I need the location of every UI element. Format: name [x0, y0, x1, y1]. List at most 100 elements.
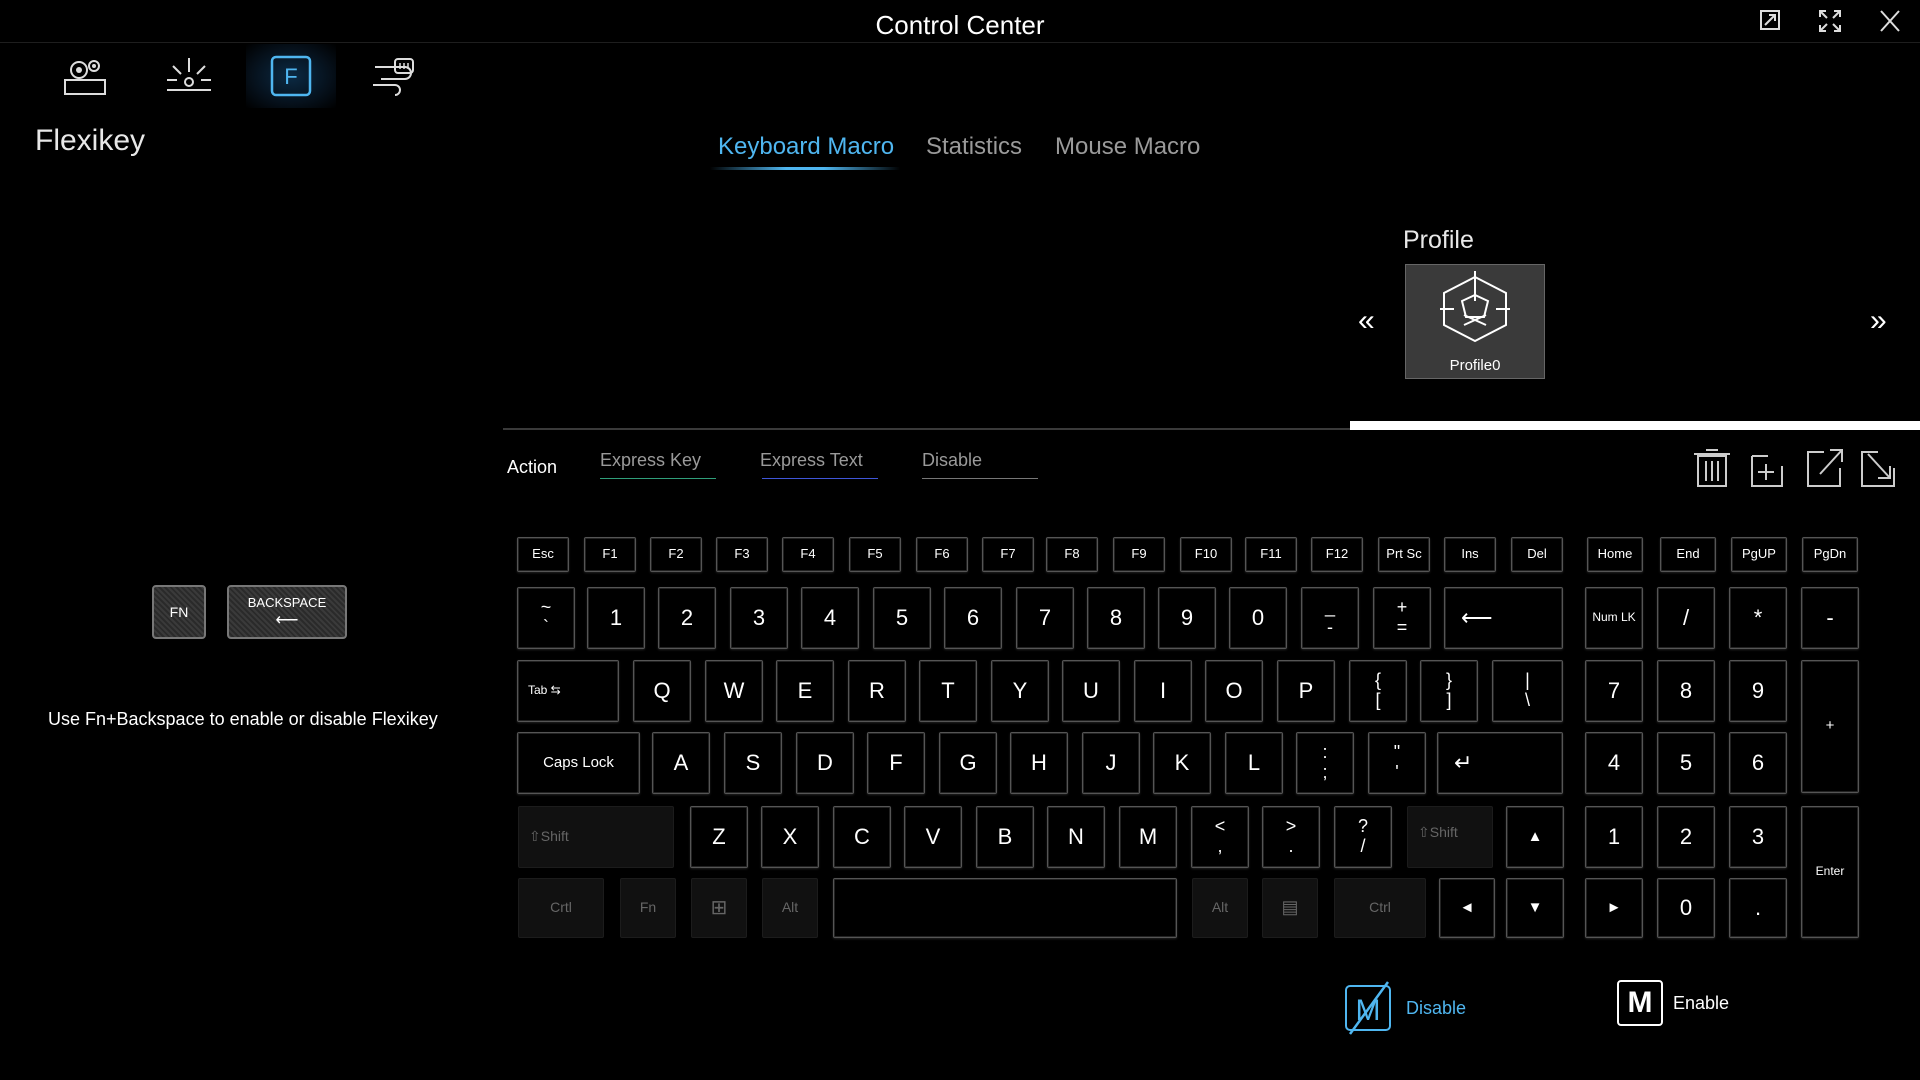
key-7[interactable]: 7: [1016, 587, 1074, 649]
key-left-bracket[interactable]: {[: [1349, 660, 1407, 722]
key-ins[interactable]: Ins: [1444, 537, 1496, 572]
key-num-0[interactable]: 0: [1657, 878, 1715, 938]
key-home[interactable]: Home: [1587, 537, 1643, 572]
key-minus[interactable]: _ -: [1301, 587, 1359, 649]
key-a[interactable]: A: [652, 732, 710, 794]
key-q[interactable]: Q: [633, 660, 691, 722]
key-num-enter[interactable]: Enter: [1801, 806, 1859, 938]
key-capslock[interactable]: Caps Lock: [517, 732, 640, 794]
key-backslash[interactable]: | \: [1492, 660, 1563, 722]
key-v[interactable]: V: [904, 806, 962, 868]
express-text-tab[interactable]: Express Text: [760, 450, 863, 481]
key-4[interactable]: 4: [801, 587, 859, 649]
key-numlock[interactable]: Num LK: [1585, 587, 1643, 649]
key-del[interactable]: Del: [1511, 537, 1563, 572]
key-o[interactable]: O: [1205, 660, 1263, 722]
key-m[interactable]: M: [1119, 806, 1177, 868]
trash-icon[interactable]: [1690, 446, 1734, 490]
express-key-tab[interactable]: Express Key: [600, 450, 701, 481]
key-i[interactable]: I: [1134, 660, 1192, 722]
key-u[interactable]: U: [1062, 660, 1120, 722]
key-right-shift[interactable]: ⇧Shift: [1407, 806, 1493, 868]
menu-key-icon[interactable]: ▤: [1262, 878, 1318, 938]
tab-mouse-macro[interactable]: Mouse Macro: [1055, 133, 1200, 161]
lighting-nav-icon[interactable]: [144, 44, 234, 108]
key-k[interactable]: K: [1153, 732, 1211, 794]
key-d[interactable]: D: [796, 732, 854, 794]
key-arrow-left[interactable]: ◄: [1439, 878, 1495, 938]
key-t[interactable]: T: [919, 660, 977, 722]
key-fn[interactable]: Fn: [620, 878, 676, 938]
key-slash[interactable]: ? /: [1334, 806, 1392, 868]
key-arrow-down[interactable]: ▼: [1506, 878, 1564, 938]
key-left-shift[interactable]: ⇧Shift: [518, 806, 674, 868]
import-icon[interactable]: [1856, 446, 1900, 490]
key-f11[interactable]: F11: [1245, 537, 1297, 572]
key-left-ctrl[interactable]: Crtl: [518, 878, 604, 938]
key-r[interactable]: R: [848, 660, 906, 722]
key-left-alt[interactable]: Alt: [762, 878, 818, 938]
key-3[interactable]: 3: [730, 587, 788, 649]
key-comma[interactable]: <,: [1191, 806, 1249, 868]
key-right-ctrl[interactable]: Ctrl: [1334, 878, 1426, 938]
key-f10[interactable]: F10: [1180, 537, 1232, 572]
key-0[interactable]: 0: [1229, 587, 1287, 649]
key-pgdn[interactable]: PgDn: [1802, 537, 1858, 572]
key-f1[interactable]: F1: [584, 537, 636, 572]
key-space[interactable]: [833, 878, 1177, 938]
close-icon[interactable]: [1875, 8, 1905, 34]
key-num-multiply[interactable]: *: [1729, 587, 1787, 649]
tab-keyboard-macro[interactable]: Keyboard Macro: [718, 133, 894, 161]
key-f12[interactable]: F12: [1311, 537, 1363, 572]
key-arrow-right[interactable]: ►: [1585, 878, 1643, 938]
key-num-3[interactable]: 3: [1729, 806, 1787, 868]
key-num-dot[interactable]: .: [1729, 878, 1787, 938]
key-p[interactable]: P: [1277, 660, 1335, 722]
key-num-1[interactable]: 1: [1585, 806, 1643, 868]
key-5[interactable]: 5: [873, 587, 931, 649]
key-num-2[interactable]: 2: [1657, 806, 1715, 868]
key-f8[interactable]: F8: [1046, 537, 1098, 572]
key-prtsc[interactable]: Prt Sc: [1378, 537, 1430, 572]
key-9[interactable]: 9: [1158, 587, 1216, 649]
key-end[interactable]: End: [1660, 537, 1716, 572]
fullscreen-icon[interactable]: [1815, 8, 1845, 34]
key-e[interactable]: E: [776, 660, 834, 722]
key-c[interactable]: C: [833, 806, 891, 868]
key-pgup[interactable]: PgUP: [1731, 537, 1787, 572]
key-s[interactable]: S: [724, 732, 782, 794]
key-tab[interactable]: Tab ⇆: [517, 660, 619, 722]
key-num-divide[interactable]: /: [1657, 587, 1715, 649]
key-f4[interactable]: F4: [782, 537, 834, 572]
key-num-6[interactable]: 6: [1729, 732, 1787, 794]
key-enter[interactable]: ↵: [1437, 732, 1563, 794]
key-1[interactable]: 1: [587, 587, 645, 649]
key-num-4[interactable]: 4: [1585, 732, 1643, 794]
key-num-9[interactable]: 9: [1729, 660, 1787, 722]
key-right-bracket[interactable]: }]: [1420, 660, 1478, 722]
key-num-add[interactable]: +: [1801, 660, 1859, 793]
key-z[interactable]: Z: [690, 806, 748, 868]
key-w[interactable]: W: [705, 660, 763, 722]
fan-nav-icon[interactable]: [348, 44, 438, 108]
tab-statistics[interactable]: Statistics: [926, 133, 1022, 161]
key-f[interactable]: F: [867, 732, 925, 794]
legend-disable[interactable]: M Disable: [1340, 980, 1466, 1036]
key-f7[interactable]: F7: [982, 537, 1034, 572]
key-l[interactable]: L: [1225, 732, 1283, 794]
key-quote[interactable]: " ': [1368, 732, 1426, 794]
key-j[interactable]: J: [1082, 732, 1140, 794]
key-y[interactable]: Y: [991, 660, 1049, 722]
key-num-7[interactable]: 7: [1585, 660, 1643, 722]
key-b[interactable]: B: [976, 806, 1034, 868]
key-right-alt[interactable]: Alt: [1192, 878, 1248, 938]
key-arrow-up[interactable]: ▲: [1506, 806, 1564, 868]
key-num-8[interactable]: 8: [1657, 660, 1715, 722]
key-num-subtract[interactable]: -: [1801, 587, 1859, 649]
key-semicolon[interactable]: :;: [1296, 732, 1354, 794]
key-esc[interactable]: Esc: [517, 537, 569, 572]
key-f9[interactable]: F9: [1113, 537, 1165, 572]
legend-enable[interactable]: M Enable: [1617, 980, 1729, 1026]
key-f6[interactable]: F6: [916, 537, 968, 572]
export-icon[interactable]: [1802, 446, 1846, 490]
